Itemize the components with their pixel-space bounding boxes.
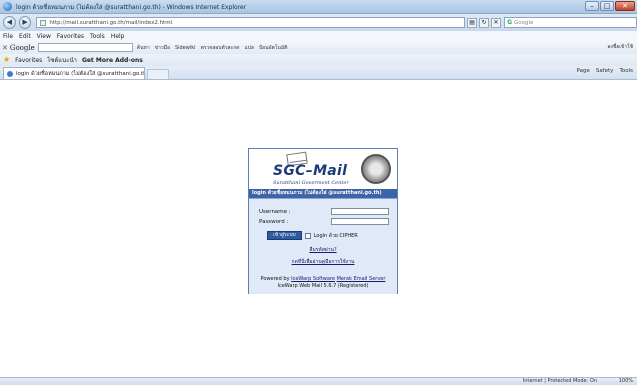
password-label: Password : <box>259 218 289 225</box>
get-addons-link[interactable]: Get More Add-ons <box>82 57 143 64</box>
username-row: Username : <box>259 208 389 215</box>
gtool-autofill[interactable]: ป้อนอัตโนมัติ <box>259 44 288 52</box>
window-title: login ด้วยชื่อหมนภาม (ไม่ต้องใส่ @suratt… <box>16 3 247 11</box>
command-bar: Page Safety Tools <box>577 68 633 74</box>
login-form: Username : Password : เข้าสู่ระบบ Login … <box>249 198 397 294</box>
gtool-spellcheck[interactable]: ตรวจสอบตัวสะกด <box>201 44 240 52</box>
toolbar-close-icon[interactable]: ✕ <box>2 44 8 52</box>
favorites-bar: ★ Favorites ไซต์แนะนำ Get More Add-ons <box>0 54 637 66</box>
webmail-version: IceWarp Web Mail 5.6.7 (Registered) <box>277 283 369 289</box>
cipher-checkbox[interactable] <box>304 232 311 239</box>
tab-favicon <box>7 70 13 77</box>
username-input[interactable] <box>331 208 389 215</box>
province-seal-icon <box>361 154 391 184</box>
page-content: SGC–Mail Suratthani Goverment Center log… <box>0 81 637 377</box>
manual-link[interactable]: กดที่นี่เพื่ออ่านคู่มือการใช้งาน <box>249 258 397 266</box>
back-icon[interactable]: ◀ <box>3 16 16 29</box>
favorites-button[interactable]: Favorites <box>15 57 42 64</box>
cmd-page[interactable]: Page <box>577 68 590 74</box>
gtool-sidewiki[interactable]: Sidewiki <box>175 45 196 51</box>
suggested-sites-link[interactable]: ไซต์แนะนำ <box>47 55 77 65</box>
powered-prefix: Powered by <box>260 276 290 282</box>
zoom-level[interactable]: 100% <box>619 378 633 384</box>
google-search-input[interactable] <box>37 43 133 52</box>
menu-file[interactable]: File <box>3 33 13 40</box>
search-box[interactable]: G Google <box>504 17 637 28</box>
address-tools: ▤ ↻ ✕ <box>467 17 502 28</box>
favorites-star-icon[interactable]: ★ <box>3 56 10 64</box>
refresh-icon[interactable]: ↻ <box>479 17 490 28</box>
menu-help[interactable]: Help <box>111 33 125 40</box>
gtool-news[interactable]: ข่าวมือ <box>155 44 170 52</box>
tab-row: login ด้วยชื่อหมนภาม (ไม่ต้องใส่ @suratt… <box>0 66 637 80</box>
status-bar: Internet | Protected Mode: On 100% <box>0 377 637 385</box>
powered-by: Powered by IceWarp Software Merak Email … <box>249 276 397 282</box>
login-button[interactable]: เข้าสู่ระบบ <box>267 231 302 240</box>
menu-bar: File Edit View Favorites Tools Help <box>0 31 637 41</box>
gtool-search[interactable]: ค้นหา <box>137 44 150 52</box>
gtool-translate[interactable]: แปล <box>245 44 254 52</box>
minimize-button[interactable]: – <box>585 1 599 11</box>
close-button[interactable]: ✕ <box>615 1 635 11</box>
address-bar[interactable]: http://mail.suratthani.go.th/mail/index2… <box>36 17 466 28</box>
cmd-tools[interactable]: Tools <box>619 68 633 74</box>
forward-icon[interactable]: ▶ <box>18 16 32 29</box>
menu-favorites[interactable]: Favorites <box>57 33 84 40</box>
logo-text: SGC–Mail <box>273 163 348 179</box>
logo-subtitle: Suratthani Goverment Center <box>273 180 349 186</box>
menu-edit[interactable]: Edit <box>19 33 31 40</box>
icewarp-link[interactable]: IceWarp Software <box>291 276 335 282</box>
tab-title: login ด้วยชื่อหมนภาม (ไม่ต้องใส่ @suratt… <box>16 70 145 77</box>
tab-login[interactable]: login ด้วยชื่อหมนภาม (ไม่ต้องใส่ @suratt… <box>3 67 145 79</box>
google-toolbar: ✕ Google ค้นหา ข่าวมือ Sidewiki ตรวจสอบต… <box>0 41 637 54</box>
window-controls: – □ ✕ <box>585 1 635 11</box>
page-icon <box>40 19 47 26</box>
sgc-mail-logo: SGC–Mail Suratthani Goverment Center <box>249 149 397 189</box>
password-row: Password : <box>259 218 389 225</box>
cipher-label: Login ด้วย CIPHER <box>313 232 358 239</box>
merak-link[interactable]: Merak Email Server <box>337 276 386 282</box>
google-search-icon: G <box>507 19 512 26</box>
google-logo: Google <box>9 43 35 52</box>
address-url[interactable]: http://mail.suratthani.go.th/mail/index2… <box>49 20 172 26</box>
login-actions: เข้าสู่ระบบ Login ด้วย CIPHER <box>267 231 358 240</box>
login-header: login ด้วยชื่อหมนภาม (ไม่ต้องใส่ @suratt… <box>249 189 397 198</box>
security-zone: Internet | Protected Mode: On <box>522 378 597 384</box>
username-label: Username : <box>259 208 291 215</box>
gtool-signin[interactable]: ลงชื่อเข้าใช้ <box>607 43 633 51</box>
navigation-bar: ◀ ▶ http://mail.suratthani.go.th/mail/in… <box>0 14 637 31</box>
cmd-safety[interactable]: Safety <box>596 68 614 74</box>
menu-view[interactable]: View <box>37 33 51 40</box>
compat-view-icon[interactable]: ▤ <box>467 17 478 28</box>
login-panel: SGC–Mail Suratthani Goverment Center log… <box>248 148 398 294</box>
password-input[interactable] <box>331 218 389 225</box>
ie-icon <box>3 2 12 11</box>
maximize-button[interactable]: □ <box>600 1 614 11</box>
forgot-password-link[interactable]: ลืมรหัสผ่าน? <box>249 246 397 254</box>
google-tools: ค้นหา ข่าวมือ Sidewiki ตรวจสอบตัวสะกด แป… <box>137 44 288 52</box>
stop-icon[interactable]: ✕ <box>491 17 502 28</box>
title-bar: login ด้วยชื่อหมนภาม (ไม่ต้องใส่ @suratt… <box>0 0 637 14</box>
menu-tools[interactable]: Tools <box>90 33 105 40</box>
new-tab-button[interactable] <box>147 69 169 79</box>
search-placeholder: Google <box>514 19 534 26</box>
